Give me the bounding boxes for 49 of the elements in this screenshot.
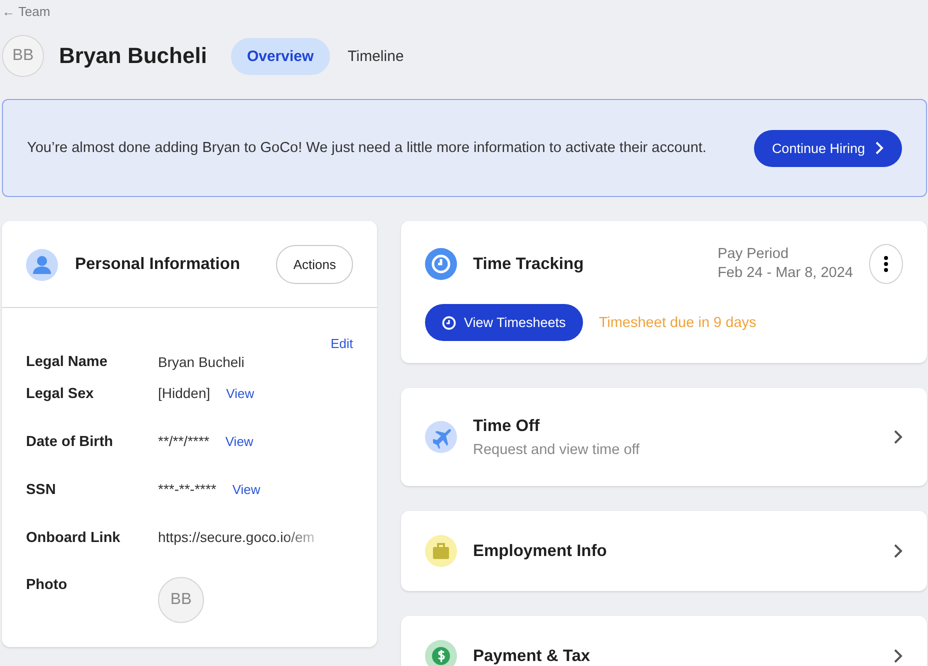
person-icon: [26, 248, 58, 280]
field-label: Photo: [26, 577, 68, 593]
card-subtitle: Request and view time off: [473, 442, 641, 458]
airplane-icon: [425, 421, 457, 453]
field-label: Date of Birth: [26, 434, 114, 450]
field-value: ***-**-****: [158, 481, 216, 497]
edit-link[interactable]: Edit: [330, 336, 353, 351]
field-label: Legal Sex: [26, 386, 95, 402]
chevron-right-icon: [875, 141, 884, 155]
onboard-link-value: https://secure.goco.io/em: [158, 529, 314, 545]
view-link[interactable]: View: [232, 482, 260, 497]
avatar: BB: [2, 35, 44, 77]
field-value: Bryan Bucheli: [158, 354, 244, 370]
card-title: Time Tracking: [473, 254, 585, 274]
actions-button[interactable]: Actions: [276, 245, 353, 284]
more-options-button[interactable]: [869, 244, 903, 284]
clock-icon: [425, 248, 457, 280]
section-card[interactable]: Employment Info: [401, 511, 927, 591]
card-title: Employment Info: [473, 542, 608, 560]
card-title: Personal Information: [75, 255, 242, 274]
view-link[interactable]: View: [225, 434, 254, 449]
chevron-right-icon: [893, 648, 903, 664]
tab[interactable]: Timeline: [332, 38, 420, 74]
clock-icon: [442, 316, 456, 330]
more-icon: [884, 256, 888, 272]
dollar-icon: [425, 640, 457, 666]
card-title: Time Off: [473, 416, 541, 436]
chevron-right-icon: [893, 543, 903, 559]
field-label: Legal Name: [26, 354, 108, 370]
briefcase-icon: [425, 535, 457, 567]
continue-hiring-button[interactable]: Continue Hiring: [754, 130, 902, 166]
view-timesheets-button[interactable]: View Timesheets: [425, 304, 583, 341]
view-link[interactable]: View: [226, 386, 254, 401]
section-card[interactable]: Time Off Request and view time off: [401, 388, 927, 486]
due-notice: Timesheet due in 9 days: [598, 314, 756, 330]
employee-name: Bryan Bucheli: [59, 43, 207, 69]
pay-period-label: Pay Period: [718, 245, 790, 264]
back-link[interactable]: ← Team: [2, 4, 50, 19]
banner-message: You’re almost done adding Bryan to GoCo! We just need a little more information to activate their account.: [27, 138, 708, 158]
photo-avatar: BB: [158, 577, 204, 623]
section-card[interactable]: Payment & Tax: [401, 616, 927, 666]
field-value: [Hidden]: [158, 385, 210, 401]
tab[interactable]: Overview: [230, 38, 330, 74]
field-label: Onboard Link: [26, 530, 122, 546]
chevron-right-icon: [893, 429, 903, 445]
field-value: **/**/****: [158, 433, 210, 449]
field-label: SSN: [26, 482, 57, 498]
pay-period-dates: Feb 24 - Mar 8, 2024: [718, 264, 853, 283]
card-title: Payment & Tax: [473, 646, 592, 666]
